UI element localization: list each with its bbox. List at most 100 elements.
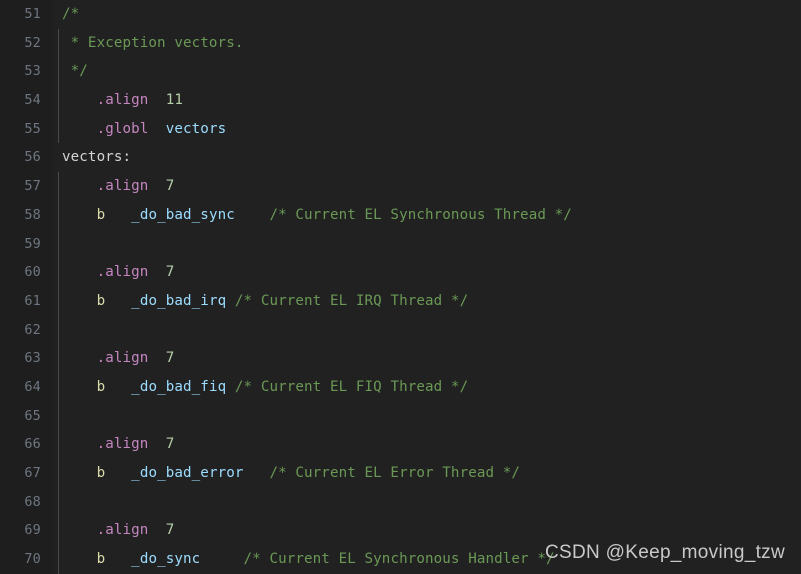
- token-directive: .align: [96, 264, 149, 281]
- code-line[interactable]: * Exception vectors.: [52, 28, 801, 58]
- token-label: _do_bad_sync: [131, 206, 235, 223]
- code-line[interactable]: .align 7: [52, 172, 801, 201]
- token-comment: /* Current EL Synchronous Handler */: [243, 551, 555, 568]
- code-line[interactable]: [52, 229, 801, 259]
- code-line[interactable]: [52, 315, 801, 345]
- token-label: _do_bad_irq: [131, 292, 227, 309]
- token-instruction: b: [96, 206, 106, 223]
- token-number: 7: [165, 178, 175, 195]
- token-label: _do_bad_error: [131, 465, 244, 481]
- line-number: 67: [24, 465, 41, 481]
- token-number: 11: [165, 92, 184, 109]
- token-label: _do_sync: [131, 551, 201, 568]
- line-number: 53: [24, 63, 41, 80]
- code-line[interactable]: b _do_bad_error /* Current EL Error Thre…: [52, 459, 801, 488]
- code-line[interactable]: b _do_bad_irq /* Current EL IRQ Thread *…: [52, 286, 801, 316]
- line-number: 65: [24, 407, 41, 424]
- code-line[interactable]: .align 11: [52, 86, 801, 115]
- code-editor-window: 51 52 53 54 55 56 57 58 59 60 61 62 63 64 65 66 67 68 69 70…: [0, 0, 801, 574]
- line-number: 56: [24, 149, 41, 166]
- code-line[interactable]: .align 7: [52, 430, 801, 459]
- line-number: 60: [24, 264, 41, 281]
- code-line[interactable]: /*: [52, 0, 801, 29]
- code-line[interactable]: vectors:: [52, 143, 801, 172]
- code-line[interactable]: b _do_bad_sync /* Current EL Synchronous…: [52, 200, 801, 230]
- code-line[interactable]: .globl vectors: [52, 114, 801, 144]
- code-line[interactable]: .align 7: [52, 516, 801, 545]
- code-line[interactable]: b _do_bad_fiq /* Current EL FIQ Thread *…: [52, 372, 801, 402]
- line-number-gutter: 51 52 53 54 55 56 57 58 59 60 61 62 63 64 65 66 67 68 69 70…: [0, 0, 52, 574]
- line-number: 68: [24, 493, 41, 510]
- line-number: 66: [24, 436, 41, 453]
- token-number: 7: [165, 436, 175, 453]
- line-number: 69: [24, 522, 41, 539]
- code-line[interactable]: b _do_sync /* Current EL Synchronous Han…: [52, 545, 801, 574]
- code-line[interactable]: .align 7: [52, 258, 801, 287]
- token-number: 7: [165, 522, 175, 539]
- line-number: 63: [24, 350, 41, 367]
- code-content-area[interactable]: /* * Exception vectors. */ .align 11 .gl…: [52, 0, 801, 574]
- token-comment: /* Current EL FIQ Thread */: [234, 378, 469, 395]
- token-comment: */: [62, 63, 88, 80]
- code-line[interactable]: [52, 401, 801, 431]
- token-plain: vectors:: [62, 149, 132, 166]
- token-number: 7: [165, 350, 175, 367]
- token-directive: .align: [96, 92, 149, 109]
- token-instruction: b: [96, 551, 106, 568]
- token-comment: * Exception vectors.: [62, 34, 244, 51]
- token-directive: .align: [96, 522, 149, 539]
- token-label: _do_bad_fiq: [131, 378, 227, 395]
- line-number: 51: [24, 6, 41, 22]
- token-directive: .align: [96, 178, 149, 195]
- code-line[interactable]: */: [52, 57, 801, 86]
- line-number: 62: [24, 321, 41, 338]
- line-number: 55: [24, 120, 41, 137]
- token-instruction: b: [96, 292, 106, 309]
- line-number: 61: [24, 292, 41, 309]
- line-number: 57: [24, 178, 41, 195]
- code-line[interactable]: [52, 487, 801, 517]
- token-comment: /* Current EL IRQ Thread */: [234, 292, 469, 309]
- token-directive: .align: [96, 350, 149, 367]
- token-comment: /* Current EL Error Thread */: [269, 465, 521, 481]
- token-directive: .align: [96, 436, 149, 453]
- token-instruction: b: [96, 378, 106, 395]
- line-number: 59: [24, 235, 41, 252]
- line-number: 52: [24, 34, 41, 51]
- line-number: 70: [24, 551, 41, 568]
- token-comment: /* Current EL Synchronous Thread */: [269, 206, 572, 223]
- line-number: 64: [24, 378, 41, 395]
- token-label: vectors: [165, 120, 227, 137]
- token-instruction: b: [96, 465, 106, 481]
- code-line[interactable]: .align 7: [52, 344, 801, 373]
- line-number: 58: [24, 206, 41, 223]
